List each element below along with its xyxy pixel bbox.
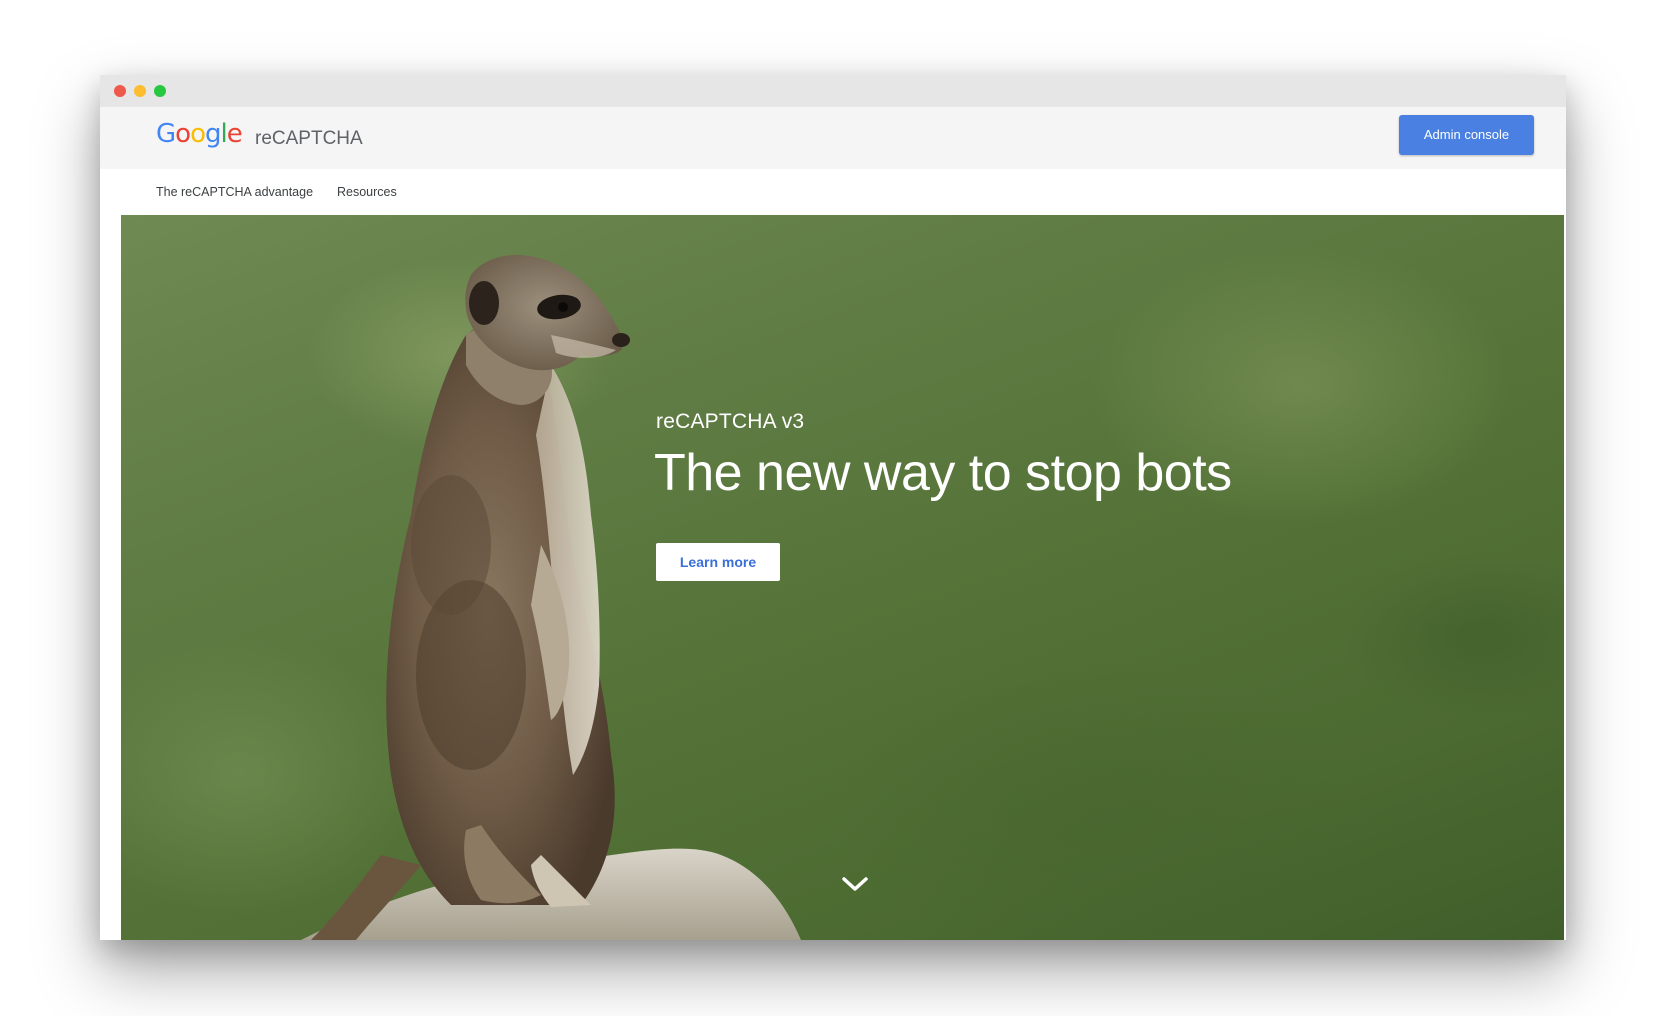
- meerkat-photo: [301, 255, 801, 940]
- nav-item-resources[interactable]: Resources: [337, 185, 397, 199]
- close-window-button[interactable]: [114, 85, 126, 97]
- site-nav: The reCAPTCHA advantage Resources: [100, 169, 1566, 215]
- hero-banner: reCAPTCHA v3 The new way to stop bots Le…: [121, 215, 1564, 940]
- site-header: Google reCAPTCHA Admin console: [100, 107, 1566, 169]
- logo-letter: o: [190, 119, 206, 149]
- window-titlebar: [100, 75, 1566, 107]
- hero-title: The new way to stop bots: [654, 444, 1232, 502]
- logo-letter: G: [156, 119, 176, 149]
- chevron-down-icon[interactable]: [840, 875, 870, 895]
- product-name[interactable]: reCAPTCHA: [255, 128, 363, 150]
- logo-letter: g: [205, 119, 221, 149]
- minimize-window-button[interactable]: [134, 85, 146, 97]
- nav-item-recaptcha-advantage[interactable]: The reCAPTCHA advantage: [156, 185, 313, 199]
- google-logo[interactable]: Google: [156, 119, 243, 149]
- hero-subtitle: reCAPTCHA v3: [656, 410, 805, 433]
- browser-window: Google reCAPTCHA Admin console The reCAP…: [100, 75, 1566, 940]
- admin-console-button[interactable]: Admin console: [1399, 115, 1534, 155]
- logo-letter: e: [226, 119, 243, 149]
- learn-more-button[interactable]: Learn more: [656, 543, 780, 581]
- maximize-window-button[interactable]: [154, 85, 166, 97]
- logo-letter: o: [175, 119, 191, 149]
